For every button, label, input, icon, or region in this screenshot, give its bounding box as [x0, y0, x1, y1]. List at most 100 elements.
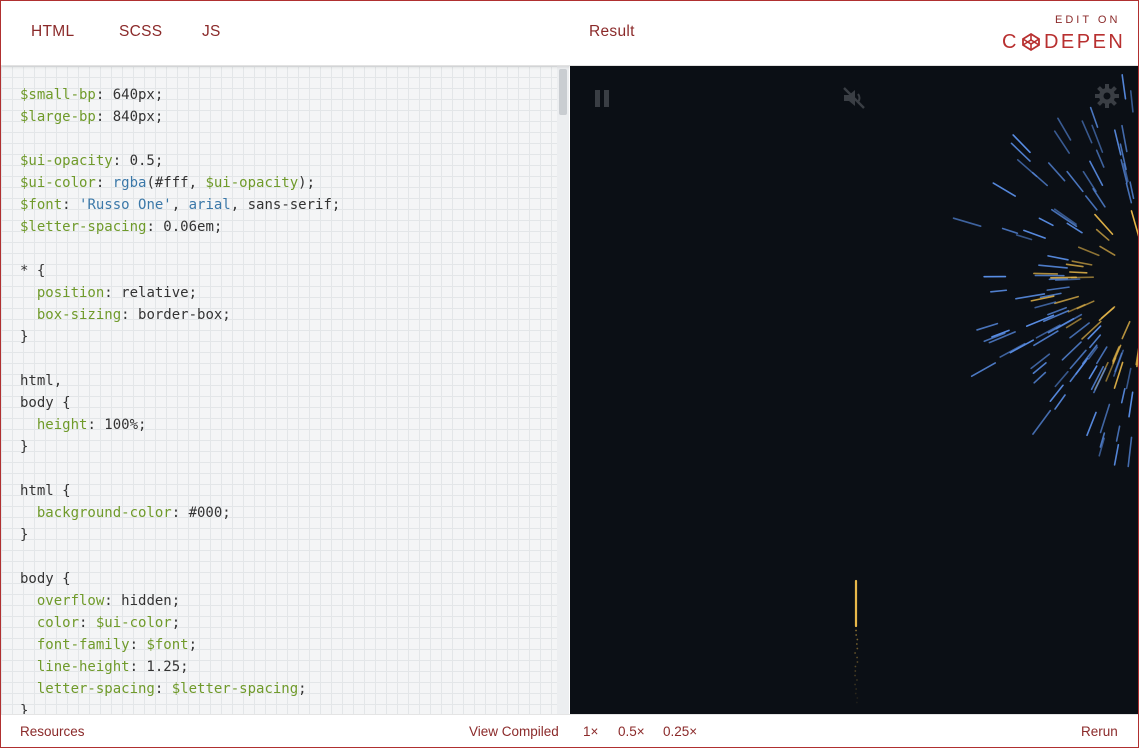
rocket-ember	[856, 697, 859, 699]
firework-spark	[1127, 436, 1133, 468]
firework-spark	[1098, 307, 1115, 322]
code-token: :	[129, 637, 147, 653]
code-token: $letter-spacing	[20, 219, 147, 235]
code-token: (#fff,	[146, 175, 206, 191]
firework-spark	[1121, 74, 1127, 100]
code-token: : relative;	[104, 285, 198, 301]
firework-spark	[1033, 371, 1047, 384]
code-token: : hidden;	[104, 593, 181, 609]
firework-spark	[952, 217, 982, 227]
code-line: $ui-color: rgba(#fff, $ui-opacity);	[20, 175, 315, 191]
code-token: $font	[146, 637, 189, 653]
firework-spark	[1099, 245, 1116, 256]
firework-spark	[992, 182, 1016, 197]
firework-spark	[1092, 187, 1106, 208]
code-token: arial	[188, 197, 231, 213]
firework-spark	[1105, 357, 1117, 382]
mute-icon[interactable]	[842, 87, 866, 109]
firework-spark	[999, 342, 1026, 358]
code-scrollbar[interactable]	[557, 66, 569, 714]
firework-spark	[1113, 443, 1120, 466]
firework-spark	[1081, 120, 1093, 144]
code-line: }	[20, 703, 28, 714]
code-line: $font: 'Russo One', arial, sans-serif;	[20, 197, 340, 213]
code-token: height	[36, 417, 88, 433]
view-compiled-button[interactable]: View Compiled	[469, 724, 559, 739]
result-preview	[570, 66, 1138, 714]
code-line: $letter-spacing: 0.06em;	[20, 219, 222, 235]
tab-js[interactable]: JS	[202, 23, 221, 41]
code-token: html,	[20, 373, 63, 389]
firework-spark	[1010, 142, 1031, 162]
firework-spark	[1113, 129, 1122, 156]
tab-scss[interactable]: SCSS	[119, 23, 162, 41]
code-token: ,	[171, 197, 189, 213]
firework-spark	[1089, 106, 1099, 128]
zoom-1x-button[interactable]: 1×	[583, 724, 598, 739]
firework-spark	[1069, 357, 1089, 383]
firework-spark	[1099, 403, 1111, 434]
codepen-logo-prefix: C	[1002, 30, 1019, 53]
code-editor[interactable]: $small-bp: 640px; $large-bp: 840px; $ui-…	[1, 66, 569, 714]
code-token: $letter-spacing	[171, 681, 299, 697]
rocket-ember	[856, 661, 859, 663]
code-token: : #000;	[171, 505, 231, 521]
firework-spark	[1120, 388, 1126, 404]
firework-spark	[1066, 170, 1084, 193]
codepen-logo[interactable]: C DEPEN	[1002, 30, 1125, 54]
firework-spark	[1125, 367, 1132, 390]
code-token: : 840px;	[95, 109, 164, 125]
edit-on-label[interactable]: EDIT ON	[1055, 14, 1120, 26]
firework-spark	[1130, 210, 1138, 237]
code-line: position: relative;	[20, 285, 197, 301]
code-token: }	[20, 329, 29, 345]
rocket-ember	[854, 652, 856, 654]
tab-html[interactable]: HTML	[31, 23, 74, 41]
firework-spark	[1038, 264, 1068, 269]
code-token: $small-bp	[20, 87, 96, 103]
rocket-ember	[856, 647, 859, 650]
firework-spark	[1053, 208, 1077, 225]
firework-spark	[1049, 384, 1064, 403]
firework-spark	[1091, 124, 1104, 153]
firework-spark	[1129, 90, 1134, 113]
code-line: html,	[20, 373, 62, 389]
code-scroll-thumb[interactable]	[559, 69, 567, 115]
resources-button[interactable]: Resources	[20, 724, 85, 739]
tab-result[interactable]: Result	[589, 23, 635, 41]
firework-spark	[1050, 208, 1078, 228]
firework-spark	[1121, 320, 1131, 340]
rocket-ember	[855, 629, 857, 632]
rerun-button[interactable]: Rerun	[1081, 724, 1118, 739]
rocket-ember	[855, 701, 858, 704]
firework-spark	[1129, 181, 1135, 200]
rocket-ember	[855, 643, 858, 645]
code-line: $large-bp: 840px;	[20, 109, 163, 125]
code-token: :	[62, 197, 80, 213]
pause-icon[interactable]	[594, 90, 610, 107]
code-token: position	[36, 285, 105, 301]
code-line: color: $ui-color;	[20, 615, 180, 631]
firework-spark	[1047, 162, 1066, 182]
scss-code[interactable]: $small-bp: 640px; $large-bp: 840px; $ui-…	[20, 84, 340, 714]
rocket-ember	[854, 674, 856, 677]
zoom-0.25x-button[interactable]: 0.25×	[663, 724, 697, 739]
firework-spark	[1076, 300, 1095, 310]
code-token: * {	[20, 263, 46, 279]
rocket-ember	[854, 683, 856, 686]
zoom-0.5x-button[interactable]: 0.5×	[618, 724, 645, 739]
code-token: ;	[171, 615, 181, 631]
code-line: }	[20, 439, 28, 455]
firework-spark	[976, 322, 999, 331]
code-token: $ui-color	[95, 615, 172, 631]
code-line: $ui-opacity: 0.5;	[20, 153, 163, 169]
gear-icon[interactable]	[1094, 83, 1120, 109]
rocket-ember	[855, 634, 858, 636]
code-line: html {	[20, 483, 71, 499]
firework-spark	[1089, 160, 1104, 187]
code-line: height: 100%;	[20, 417, 147, 433]
code-token: : 640px;	[95, 87, 164, 103]
firework-spark	[1095, 228, 1110, 241]
firework-spark	[990, 289, 1008, 293]
